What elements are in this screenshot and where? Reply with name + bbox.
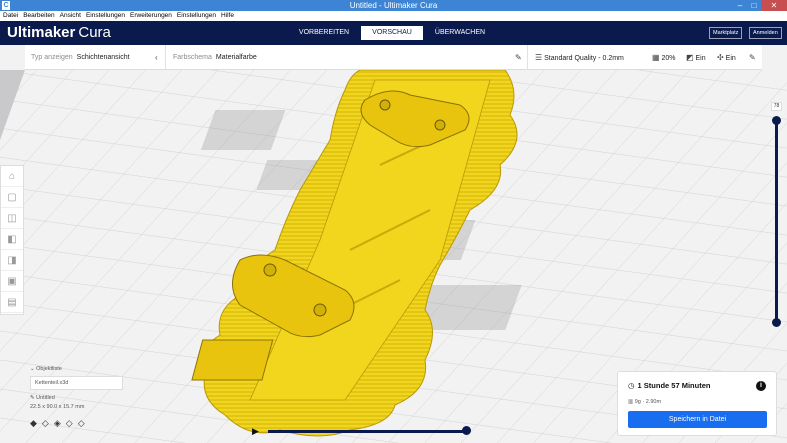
quality-icon: ☰ [535,53,543,62]
layer-number[interactable]: 78 [771,102,782,111]
layer-upper-handle[interactable] [772,115,781,125]
signin-button[interactable]: Anmelden [749,27,782,39]
adhesion-setting[interactable]: ✣ Ein [717,45,736,70]
layer-slider: 78 [770,102,784,327]
view-top-icon[interactable]: ◫ [1,208,23,229]
view-left-cube-icon[interactable]: ◇ [66,418,73,429]
settings-pencil-icon[interactable]: ✎ [749,45,756,70]
menu-view[interactable]: Ansicht [60,11,81,21]
support-icon: ◩ [686,53,694,62]
simulation-playbar: ▶ [252,426,472,436]
play-icon[interactable]: ▶ [252,426,259,436]
view-top-cube-icon[interactable]: ◈ [54,418,61,429]
color-scheme-label: Farbschema [173,54,212,61]
color-scheme-selector[interactable]: Farbschema Materialfarbe [173,45,257,70]
infill-icon: ▦ [652,53,660,62]
view-toolbar: Typ anzeigen Schichtenansicht ‹ Farbschem… [25,45,762,70]
view-back-icon[interactable]: ▣ [1,271,23,292]
project-name: Untitled [36,395,55,401]
print-settings-selector[interactable]: ☰ Standard Quality - 0.2mm [535,45,624,70]
menu-bar: Datei Bearbeiten Ansicht Einstellungen E… [0,11,787,21]
support-setting[interactable]: ◩ Ein [686,45,706,70]
app-header: Ultimaker Cura VORBEREITEN VORSCHAU ÜBERW… [0,21,787,45]
view-left-icon[interactable]: ◧ [1,229,23,250]
menu-help[interactable]: Hilfe [221,11,234,21]
quality-profile: Standard Quality - 0.2mm [544,55,624,62]
window-title: Untitled - Ultimaker Cura [349,1,438,10]
close-icon[interactable]: ✕ [761,0,787,11]
view-type-value: Schichtenansicht [76,54,130,61]
view-right-icon[interactable]: ◨ [1,250,23,271]
menu-extensions[interactable]: Erweiterungen [130,11,172,21]
object-list-toggle[interactable]: ⌄ Objektliste [30,365,160,374]
material-icon: ▥ [628,399,635,405]
view-3d-cube-icon[interactable]: ◆ [30,418,37,429]
edit-pencil-icon[interactable]: ✎ [515,45,522,70]
minimize-icon[interactable]: – [733,0,747,11]
tab-monitor[interactable]: ÜBERWACHEN [429,26,491,40]
layer-slider-track[interactable] [775,120,778,322]
path-slider-handle[interactable] [462,426,471,435]
tab-prepare[interactable]: VORBEREITEN [293,26,355,40]
app-logo: Ultimaker Cura [7,23,111,43]
menu-preferences[interactable]: Einstellungen [177,11,216,21]
print-summary-panel: ◷ 1 Stunde 57 Minuten i ▥ 9g · 2.90m Spei… [617,371,777,436]
view-type-label: Typ anzeigen [31,54,73,61]
maximize-icon[interactable]: □ [747,0,761,11]
view-3d-icon[interactable]: ⌂ [1,166,23,187]
view-front-icon[interactable]: ▢ [1,187,23,208]
path-slider-track[interactable] [268,430,466,433]
logo-brand: Ultimaker [7,24,76,41]
info-icon[interactable]: i [756,381,766,391]
menu-settings[interactable]: Einstellungen [86,11,125,21]
object-list-label: Objektliste [36,366,62,372]
material-usage: 9g · 2.90m [634,399,662,405]
print-time: 1 Stunde 57 Minuten [637,381,711,390]
tab-preview[interactable]: VORSCHAU [361,26,423,40]
window-titlebar: C Untitled - Ultimaker Cura – □ ✕ [0,0,787,11]
view-type-selector[interactable]: Typ anzeigen Schichtenansicht [31,45,130,70]
infill-setting[interactable]: ▦ 20% [652,45,676,70]
view-right-cube-icon[interactable]: ◇ [78,418,85,429]
left-toolbar: ⌂ ▢ ◫ ◧ ◨ ▣ ▤ [0,165,24,315]
logo-product: Cura [78,24,111,41]
clock-icon: ◷ [628,381,635,390]
menu-edit[interactable]: Bearbeiten [23,11,54,21]
layer-lower-handle[interactable] [772,317,781,327]
view-bottom-icon[interactable]: ▤ [1,292,23,313]
object-dimensions: 22.5 x 90.0 x 15.7 mm [30,404,85,410]
menu-file[interactable]: Datei [3,11,18,21]
save-to-file-button[interactable]: Speichern in Datei [628,411,767,428]
stage-tabs: VORBEREITEN VORSCHAU ÜBERWACHEN [293,26,497,40]
marketplace-button[interactable]: Marktplatz [709,27,743,39]
color-scheme-value: Materialfarbe [215,54,257,61]
collapse-chevron-icon[interactable]: ‹ [155,45,158,70]
view-front-cube-icon[interactable]: ◇ [42,418,49,429]
infill-value: 20% [661,55,676,62]
object-info: ⌄ Objektliste Kettenteil.x3d ✎ Untitled … [30,365,160,429]
support-value: Ein [695,55,706,62]
adhesion-icon: ✣ [717,53,724,62]
adhesion-value: Ein [725,55,736,62]
object-list-item[interactable]: Kettenteil.x3d [30,376,123,390]
